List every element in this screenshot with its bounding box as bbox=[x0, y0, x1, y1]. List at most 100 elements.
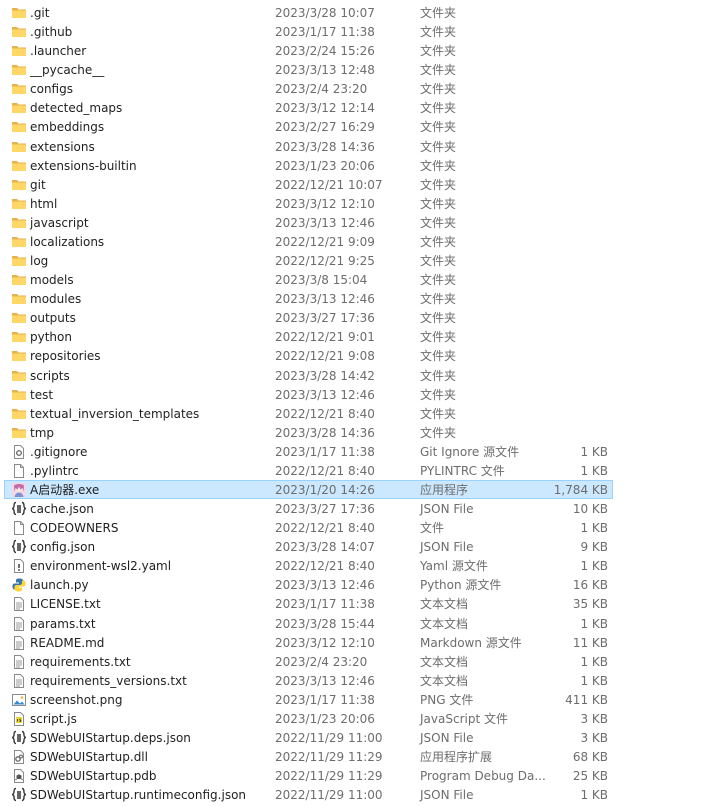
file-type: Git Ignore 源文件 bbox=[420, 444, 520, 459]
file-type: 应用程序 bbox=[420, 483, 469, 497]
file-row-license-txt[interactable]: LICENSE.txt 2023/1/17 11:38 文本文档 35 KB bbox=[4, 594, 613, 613]
text-file-icon bbox=[11, 616, 27, 632]
file-row-modules[interactable]: modules 2023/3/13 12:46 文件夹 bbox=[4, 289, 613, 308]
file-row-cache-json[interactable]: cache.json 2023/3/27 17:36 JSON File 10 KB bbox=[4, 499, 613, 518]
file-date-modified: 2023/3/28 10:07 bbox=[275, 6, 375, 20]
file-row-extensions-builtin[interactable]: extensions-builtin 2023/1/23 20:06 文件夹 bbox=[4, 156, 613, 175]
file-row-requirements-versions-txt[interactable]: requirements_versions.txt 2023/3/13 12:46… bbox=[4, 671, 613, 690]
file-date-modified: 2022/12/21 8:40 bbox=[275, 463, 375, 478]
file-row-launcher[interactable]: .launcher 2023/2/24 15:26 文件夹 bbox=[4, 41, 613, 60]
file-name: textual_inversion_templates bbox=[30, 406, 200, 421]
file-row-config-json[interactable]: config.json 2023/3/28 14:07 JSON File 9 KB bbox=[4, 537, 613, 556]
file-row-python[interactable]: python 2022/12/21 9:01 文件夹 bbox=[4, 327, 613, 346]
file-row-outputs[interactable]: outputs 2023/3/27 17:36 文件夹 bbox=[4, 308, 613, 327]
file-row-textual-inversion-templates[interactable]: textual_inversion_templates 2022/12/21 8:… bbox=[4, 404, 613, 423]
file-row-extensions[interactable]: extensions 2023/3/28 14:36 文件夹 bbox=[4, 137, 613, 156]
file-row-sdwebuistartup-dll[interactable]: SDWebUIStartup.dll 2022/11/29 11:29 应用程序扩展… bbox=[4, 747, 613, 766]
file-row-log[interactable]: log 2022/12/21 9:25 文件夹 bbox=[4, 251, 613, 270]
file-date-modified: 2023/3/13 12:48 bbox=[275, 63, 375, 78]
file-size: 1 KB bbox=[580, 444, 608, 459]
file-row-javascript[interactable]: javascript 2023/3/13 12:46 文件夹 bbox=[4, 213, 613, 232]
file-type: 文件夹 bbox=[420, 82, 457, 97]
text-file-icon bbox=[11, 654, 27, 670]
folder-icon bbox=[11, 329, 27, 345]
file-type: JSON File bbox=[420, 788, 474, 803]
file-name: launch.py bbox=[30, 578, 89, 593]
file-date-modified: 2023/1/17 11:38 bbox=[275, 25, 375, 40]
file-row-pylintrc[interactable]: .pylintrc 2022/12/21 8:40 PYLINTRC 文件 1 KB bbox=[4, 461, 613, 480]
file-row-configs[interactable]: configs 2023/2/4 23:20 文件夹 bbox=[4, 79, 613, 98]
file-row-detected-maps[interactable]: detected_maps 2023/3/12 12:14 文件夹 bbox=[4, 98, 613, 117]
file-type: JavaScript 文件 bbox=[420, 711, 508, 726]
file-size: 35 KB bbox=[572, 597, 608, 612]
file-name: requirements.txt bbox=[30, 654, 131, 669]
file-size: 1 KB bbox=[580, 788, 608, 803]
folder-icon bbox=[11, 406, 27, 422]
file-row-scripts[interactable]: scripts 2023/3/28 14:42 文件夹 bbox=[4, 366, 613, 385]
file-row-repositories[interactable]: repositories 2022/12/21 9:08 文件夹 bbox=[4, 346, 613, 365]
file-type: 文件夹 bbox=[420, 101, 457, 116]
file-row-script-js[interactable]: script.js 2023/1/23 20:06 JavaScript 文件 3 K… bbox=[4, 709, 613, 728]
file-row-gitignore[interactable]: .gitignore 2023/1/17 11:38 Git Ignore 源文件 1… bbox=[4, 442, 613, 461]
file-name: models bbox=[30, 273, 74, 288]
folder-icon bbox=[11, 368, 27, 384]
file-row-git[interactable]: .git 2023/3/28 10:07 文件夹 bbox=[4, 3, 613, 22]
file-date-modified: 2022/11/29 11:00 bbox=[275, 731, 383, 746]
file-name: extensions-builtin bbox=[30, 158, 137, 173]
file-name: log bbox=[30, 254, 49, 269]
file-row-screenshot-png[interactable]: screenshot.png 2023/1/17 11:38 PNG 文件 411 K… bbox=[4, 690, 613, 709]
file-date-modified: 2023/3/28 14:36 bbox=[275, 425, 375, 440]
file-type: Program Debug Da... bbox=[420, 769, 546, 784]
file-row-test[interactable]: test 2023/3/13 12:46 文件夹 bbox=[4, 385, 613, 404]
folder-icon bbox=[11, 62, 27, 78]
file-row-html[interactable]: html 2023/3/12 12:10 文件夹 bbox=[4, 194, 613, 213]
file-type: 文件夹 bbox=[420, 6, 457, 20]
file-row-launch-py[interactable]: launch.py 2023/3/13 12:46 Python 源文件 16 KB bbox=[4, 575, 613, 594]
file-row-embeddings[interactable]: embeddings 2023/2/27 16:29 文件夹 bbox=[4, 117, 613, 136]
folder-icon bbox=[11, 387, 27, 403]
file-date-modified: 2022/12/21 9:25 bbox=[275, 254, 375, 269]
file-type: 文件夹 bbox=[420, 63, 457, 78]
file-size: 3 KB bbox=[580, 711, 608, 726]
file-row-sdwebuistartup-deps-json[interactable]: SDWebUIStartup.deps.json 2022/11/29 11:00… bbox=[4, 728, 613, 747]
folder-icon bbox=[11, 119, 27, 135]
file-name: SDWebUIStartup.deps.json bbox=[30, 731, 191, 746]
file-row-models[interactable]: models 2023/3/8 15:04 文件夹 bbox=[4, 270, 613, 289]
file-date-modified: 2023/3/28 14:07 bbox=[275, 540, 375, 555]
file-size: 1 KB bbox=[580, 673, 608, 688]
file-date-modified: 2022/11/29 11:29 bbox=[275, 769, 383, 784]
file-name: .pylintrc bbox=[30, 463, 79, 478]
file-row-localizations[interactable]: localizations 2022/12/21 9:09 文件夹 bbox=[4, 232, 613, 251]
json-file-icon bbox=[11, 501, 27, 517]
file-row-a-exe[interactable]: A启动器.exe 2023/1/20 14:26 应用程序 1,784 KB bbox=[4, 480, 613, 499]
file-type: 文件夹 bbox=[420, 234, 457, 249]
file-row-sdwebuistartup-runtimeconfig-json[interactable]: SDWebUIStartup.runtimeconfig.json 2022/11… bbox=[4, 785, 613, 804]
file-date-modified: 2023/3/13 12:46 bbox=[275, 578, 375, 593]
folder-icon bbox=[11, 348, 27, 364]
file-row-sdwebuistartup-pdb[interactable]: SDWebUIStartup.pdb 2022/11/29 11:29 Progra… bbox=[4, 766, 613, 785]
file-type: 文件夹 bbox=[420, 368, 457, 383]
file-row-requirements-txt[interactable]: requirements.txt 2023/2/4 23:20 文本文档 1 KB bbox=[4, 652, 613, 671]
file-name: tmp bbox=[30, 425, 55, 440]
file-row-github[interactable]: .github 2023/1/17 11:38 文件夹 bbox=[4, 22, 613, 41]
file-type: 文件夹 bbox=[420, 25, 457, 40]
file-row-codeowners[interactable]: CODEOWNERS 2022/12/21 8:40 文件 1 KB bbox=[4, 518, 613, 537]
folder-icon bbox=[11, 81, 27, 97]
file-row-environment-wsl2-yaml[interactable]: environment-wsl2.yaml 2022/12/21 8:40 Yaml… bbox=[4, 556, 613, 575]
folder-icon bbox=[11, 215, 27, 231]
folder-icon bbox=[11, 43, 27, 59]
file-name: A启动器.exe bbox=[30, 483, 100, 497]
file-row-git[interactable]: git 2022/12/21 10:07 文件夹 bbox=[4, 175, 613, 194]
file-row-tmp[interactable]: tmp 2023/3/28 14:36 文件夹 bbox=[4, 423, 613, 442]
file-name: config.json bbox=[30, 540, 96, 555]
file-row-readme-md[interactable]: README.md 2023/3/12 12:10 Markdown 源文件 11 K… bbox=[4, 633, 613, 652]
file-name: SDWebUIStartup.pdb bbox=[30, 769, 157, 784]
file-size: 411 KB bbox=[565, 692, 608, 707]
file-type: 文件夹 bbox=[420, 387, 457, 402]
file-name: extensions bbox=[30, 139, 95, 154]
file-type: 文件夹 bbox=[420, 254, 457, 269]
file-date-modified: 2023/3/28 14:36 bbox=[275, 139, 375, 154]
file-row-pycache[interactable]: __pycache__ 2023/3/13 12:48 文件夹 bbox=[4, 60, 613, 79]
file-row-params-txt[interactable]: params.txt 2023/3/28 15:44 文本文档 1 KB bbox=[4, 614, 613, 633]
folder-icon bbox=[11, 272, 27, 288]
